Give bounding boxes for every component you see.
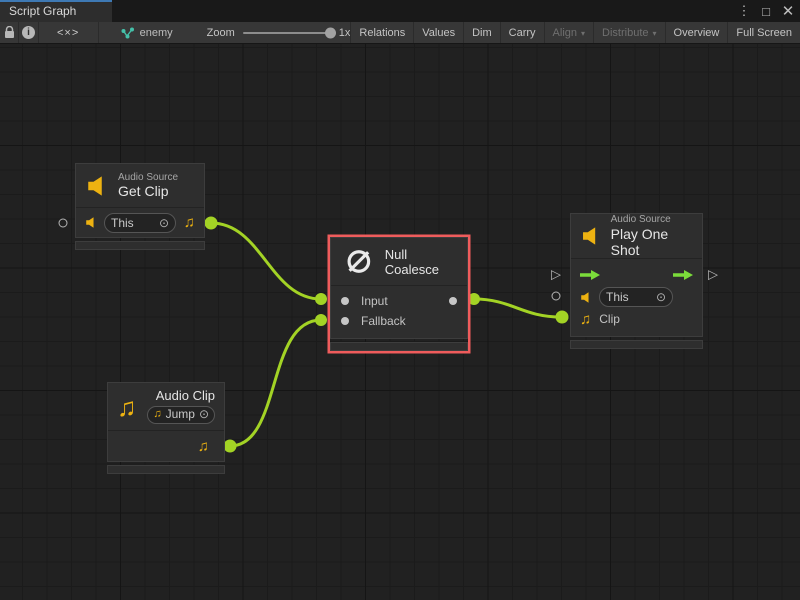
- zoom-slider-knob[interactable]: [325, 27, 336, 38]
- port-label: Fallback: [361, 314, 406, 328]
- audio-clip-object-field[interactable]: ♫ Jump ⊙: [147, 406, 215, 424]
- this-object-field[interactable]: This ⊙: [104, 213, 176, 233]
- object-picker-icon[interactable]: ⊙: [159, 216, 169, 230]
- playoneshot-target-port[interactable]: [552, 292, 561, 301]
- audio-clip-icon: ♫: [117, 394, 137, 420]
- node-category: Audio Source: [611, 214, 692, 226]
- title-bar: Script Graph ⋮ □ ✕: [0, 0, 800, 22]
- relations-button[interactable]: Relations: [350, 22, 413, 43]
- node-title: Null Coalesce: [385, 247, 457, 277]
- input-port[interactable]: [341, 297, 349, 305]
- zoom-label: Zoom: [207, 27, 235, 39]
- tab-script-graph[interactable]: Script Graph: [0, 0, 112, 22]
- node-play-one-shot[interactable]: Audio Source Play One Shot: [570, 213, 703, 349]
- zoom-control: Zoom 1x: [207, 22, 351, 43]
- object-picker-icon[interactable]: ⊙: [656, 290, 666, 304]
- toolbar-right-buttons: Relations Values Dim Carry Align ▾ Distr…: [350, 22, 800, 43]
- null-coalesce-icon: [344, 245, 374, 278]
- zoom-value: 1x: [339, 27, 351, 39]
- chevron-down-icon: ▾: [653, 29, 657, 38]
- maximize-icon[interactable]: □: [758, 2, 774, 20]
- code-icon: <×>: [57, 27, 79, 39]
- zoom-slider[interactable]: [243, 32, 331, 34]
- window-controls: ⋮ □ ✕: [736, 0, 796, 22]
- this-object-field[interactable]: This ⊙: [599, 287, 673, 307]
- graph-reference[interactable]: enemy: [121, 22, 173, 43]
- audio-source-icon: [86, 174, 110, 198]
- node-null-coalesce[interactable]: Null Coalesce Input Fallback: [330, 237, 468, 351]
- lock-icon: [4, 26, 15, 39]
- distribute-dropdown[interactable]: Distribute ▾: [593, 22, 664, 43]
- port-dot-clip-in[interactable]: [556, 311, 569, 324]
- dim-button[interactable]: Dim: [463, 22, 500, 43]
- wire-output-to-clip[interactable]: [474, 299, 561, 317]
- node-get-clip[interactable]: Audio Source Get Clip This ⊙ ♫: [75, 163, 205, 250]
- node-category: Audio Source: [118, 172, 178, 184]
- align-dropdown[interactable]: Align ▾: [544, 22, 593, 43]
- tab-accent-stripe: [0, 0, 112, 2]
- graph-canvas[interactable]: Audio Source Get Clip This ⊙ ♫: [0, 44, 800, 600]
- audio-clip-output-icon[interactable]: ♫: [198, 439, 209, 454]
- fullscreen-button[interactable]: Full Screen: [727, 22, 800, 43]
- node-title: Audio Clip: [156, 389, 215, 404]
- graph-name: enemy: [140, 27, 173, 39]
- graph-toolbar: i <×> enemy Zoom 1x Relations Values: [0, 22, 800, 44]
- close-icon[interactable]: ✕: [780, 2, 796, 20]
- port-label: Input: [361, 294, 388, 308]
- port-dot-getclip-out[interactable]: [205, 217, 218, 230]
- graph-icon: [121, 27, 135, 39]
- edit-script-button[interactable]: <×>: [39, 22, 99, 43]
- audio-source-icon: [581, 224, 603, 248]
- wire-getclip-to-input[interactable]: [211, 223, 321, 299]
- flow-in-port[interactable]: ▷: [551, 268, 561, 281]
- wire-jump-to-fallback[interactable]: [230, 320, 321, 446]
- fallback-port[interactable]: [341, 317, 349, 325]
- port-dot-fallback-in[interactable]: [315, 314, 327, 326]
- lock-button[interactable]: [0, 22, 19, 43]
- port-dot-input-in[interactable]: [315, 293, 327, 305]
- port-label: Clip: [599, 312, 620, 326]
- node-title: Play One Shot: [611, 226, 692, 258]
- audio-clip-output-icon[interactable]: ♫: [184, 215, 195, 230]
- port-dot-null-out[interactable]: [468, 293, 480, 305]
- object-picker-icon[interactable]: ⊙: [199, 408, 209, 422]
- tab-title: Script Graph: [9, 4, 76, 18]
- audio-source-icon: [580, 291, 593, 304]
- inspect-button[interactable]: i: [19, 22, 38, 43]
- audio-source-icon: [85, 216, 98, 229]
- audio-clip-input-icon: ♫: [580, 312, 591, 327]
- values-button[interactable]: Values: [413, 22, 463, 43]
- menu-icon[interactable]: ⋮: [736, 2, 752, 20]
- node-footer: [75, 241, 205, 250]
- carry-button[interactable]: Carry: [500, 22, 544, 43]
- port-dot-jump-out[interactable]: [224, 440, 237, 453]
- getclip-target-port[interactable]: [59, 219, 68, 228]
- audio-clip-icon: ♫: [153, 409, 161, 420]
- flow-out-arrow-icon[interactable]: [673, 270, 693, 280]
- flow-in-arrow-icon[interactable]: [580, 270, 600, 280]
- node-footer: [330, 342, 468, 351]
- node-title: Get Clip: [118, 183, 178, 199]
- overview-button[interactable]: Overview: [665, 22, 728, 43]
- flow-out-port[interactable]: ▷: [708, 268, 718, 281]
- unity-visual-scripting-window: Script Graph ⋮ □ ✕ i <×>: [0, 0, 800, 600]
- node-footer: [570, 340, 703, 349]
- info-icon: i: [22, 26, 35, 39]
- chevron-down-icon: ▾: [581, 29, 585, 38]
- output-port[interactable]: [449, 297, 457, 305]
- node-audio-clip-literal[interactable]: ♫ Audio Clip ♫ Jump ⊙ ♫: [107, 382, 225, 474]
- node-footer: [107, 465, 225, 474]
